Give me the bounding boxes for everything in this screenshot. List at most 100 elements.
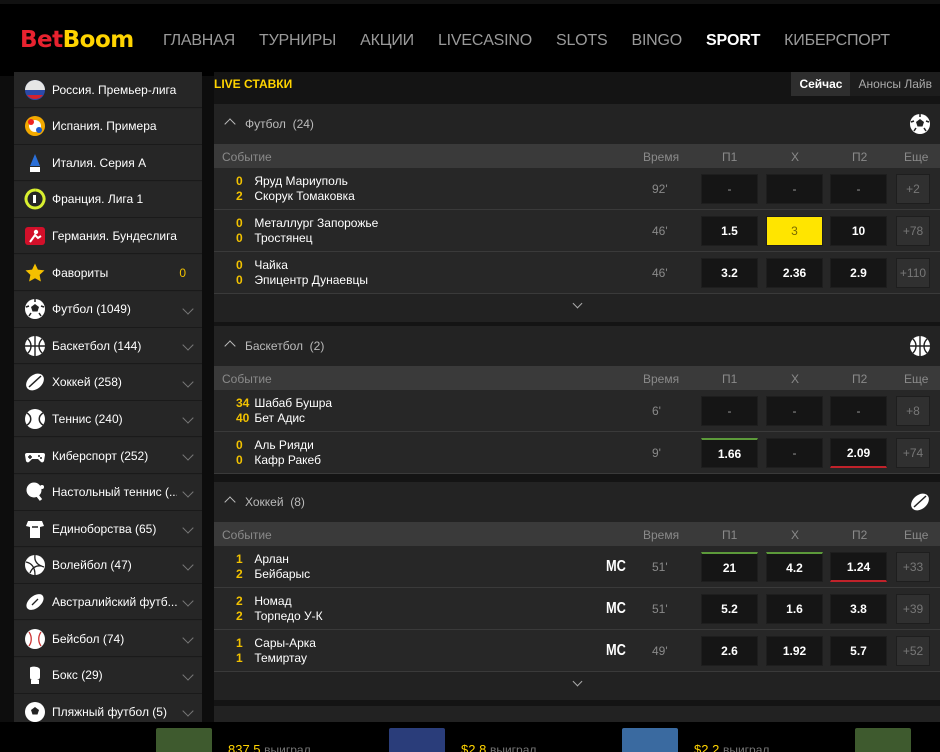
betboom-logo[interactable]: BetBoom — [20, 27, 134, 53]
odd-x[interactable]: 1.92 — [766, 636, 823, 666]
odd-p1[interactable]: 21 — [701, 552, 758, 582]
match-center-icon[interactable]: MC — [606, 558, 626, 576]
nav-promos[interactable]: АКЦИИ — [360, 32, 414, 50]
event-row[interactable]: 1 Сары-Арка 1 Темиртау MC 49' 2.6 1.92 5.7 +52 — [214, 630, 940, 672]
sidebar-item-3[interactable]: Франция. Лига 1 — [14, 181, 202, 218]
expand-section-button[interactable] — [214, 294, 940, 322]
sidebar-item-5[interactable]: Фавориты 0 — [14, 255, 202, 291]
odd-p1[interactable]: 2.6 — [701, 636, 758, 666]
event-row[interactable]: 0 Металлург Запорожье 0 Тростянец 46' 1.5 3 1… — [214, 210, 940, 252]
section-header[interactable]: Хоккей (8) — [214, 482, 940, 522]
sidebar-item-12[interactable]: Единоборства (65) — [14, 511, 202, 548]
sidebar-item-14[interactable]: Австралийский футб... — [14, 584, 202, 621]
event-row[interactable]: 34 Шабаб Бушра 40 Бет Адис 6' - - - +8 — [214, 390, 940, 432]
event-row[interactable]: 2 Номад 2 Торпедо У-К MC 51' 5.2 1.6 3.8 +39 — [214, 588, 940, 630]
more-markets-button[interactable]: +78 — [896, 216, 930, 246]
sidebar-item-1[interactable]: Испания. Примера — [14, 108, 202, 145]
odd-p2[interactable]: - — [830, 396, 887, 426]
nav-livecasino[interactable]: LIVECASINO — [438, 32, 532, 50]
chevron-up-icon[interactable] — [224, 496, 236, 508]
odd-p2[interactable]: 1.24 — [830, 552, 887, 582]
nav-main[interactable]: ГЛАВНАЯ — [163, 32, 235, 50]
chevron-down-icon[interactable] — [182, 705, 194, 717]
odd-p1[interactable]: - — [701, 174, 758, 204]
chevron-down-icon[interactable] — [182, 632, 194, 644]
sidebar-item-11[interactable]: Настольный теннис (... — [14, 474, 202, 511]
expand-section-button[interactable] — [214, 672, 940, 700]
odd-p1[interactable]: - — [701, 396, 758, 426]
sidebar-item-10[interactable]: Киберспорт (252) — [14, 438, 202, 474]
chevron-down-icon[interactable] — [182, 449, 194, 461]
chevron-down-icon[interactable] — [182, 522, 194, 534]
chevron-up-icon[interactable] — [224, 340, 236, 352]
more-markets-button[interactable]: +52 — [896, 636, 930, 666]
sport-section-1: Баскетбол (2) Событие Время П1 X П2 Еще 34 Шаба… — [214, 326, 940, 474]
more-markets-button[interactable]: +8 — [896, 396, 930, 426]
chevron-down-icon[interactable] — [182, 376, 194, 388]
odd-p2[interactable]: - — [830, 174, 887, 204]
event-row[interactable]: 0 Яруд Мариуполь 2 Скорук Томаковка 92' - - -… — [214, 168, 940, 210]
more-markets-button[interactable]: +33 — [896, 552, 930, 582]
odd-p1[interactable]: 1.5 — [701, 216, 758, 246]
sidebar-item-16[interactable]: Бокс (29) — [14, 657, 202, 694]
sidebar-item-7[interactable]: Баскетбол (144) — [14, 328, 202, 365]
sidebar-item-8[interactable]: Хоккей (258) — [14, 364, 202, 401]
sidebar-item-6[interactable]: Футбол (1049) — [14, 291, 202, 328]
sidebar-item-15[interactable]: Бейсбол (74) — [14, 621, 202, 657]
sidebar-item-17[interactable]: Пляжный футбол (5) — [14, 694, 202, 722]
sidebar-item-0[interactable]: Россия. Премьер-лига — [14, 72, 202, 108]
chevron-down-icon[interactable] — [182, 595, 194, 608]
more-markets-button[interactable]: +39 — [896, 594, 930, 624]
odd-x[interactable]: - — [766, 438, 823, 468]
nav-sport[interactable]: SPORT — [706, 32, 760, 50]
odd-x[interactable]: 1.6 — [766, 594, 823, 624]
chevron-down-icon[interactable] — [182, 485, 194, 498]
tab-now[interactable]: Сейчас — [791, 72, 851, 96]
sidebar-item-2[interactable]: Италия. Серия А — [14, 145, 202, 182]
sidebar-item-label: Австралийский футб... — [52, 594, 177, 609]
odd-p1[interactable]: 1.66 — [701, 438, 758, 468]
odd-p1[interactable]: 5.2 — [701, 594, 758, 624]
col-more: Еще — [904, 528, 929, 542]
chevron-down-icon[interactable] — [182, 559, 194, 571]
odd-p2[interactable]: 10 — [830, 216, 887, 246]
chevron-down-icon[interactable] — [182, 412, 194, 425]
odd-p2[interactable]: 2.09 — [830, 438, 887, 468]
bundesliga-icon — [24, 225, 46, 247]
chevron-down-icon[interactable] — [182, 339, 194, 351]
event-row[interactable]: 1 Арлан 2 Бейбарыс MC 51' 21 4.2 1.24 +33 — [214, 546, 940, 588]
odd-x[interactable]: - — [766, 396, 823, 426]
section-header[interactable]: Баскетбол (2) — [214, 326, 940, 366]
col-p1: П1 — [722, 528, 738, 542]
nav-tournaments[interactable]: ТУРНИРЫ — [259, 32, 336, 50]
odd-x[interactable]: 3 — [766, 216, 823, 246]
more-markets-button[interactable]: +74 — [896, 438, 930, 468]
col-p1: П1 — [722, 372, 738, 386]
match-center-icon[interactable]: MC — [606, 600, 626, 618]
chevron-up-icon[interactable] — [224, 118, 236, 130]
tab-upcoming-live[interactable]: Анонсы Лайв — [850, 72, 940, 96]
live-bets-panel: LIVE СТАВКИ Сейчас Анонсы Лайв Футбол (2… — [214, 72, 940, 726]
sidebar-item-4[interactable]: Германия. Бундеслига — [14, 218, 202, 255]
section-header[interactable]: Футбол (24) — [214, 104, 940, 144]
sidebar-item-label: Единоборства (65) — [52, 521, 157, 536]
nav-bingo[interactable]: BINGO — [631, 32, 682, 50]
odd-x[interactable]: 4.2 — [766, 552, 823, 582]
more-markets-button[interactable]: +2 — [896, 174, 930, 204]
sidebar-item-9[interactable]: Теннис (240) — [14, 401, 202, 438]
odd-p1[interactable]: 3.2 — [701, 258, 758, 288]
match-center-icon[interactable]: MC — [606, 642, 626, 660]
odd-p2[interactable]: 3.8 — [830, 594, 887, 624]
event-row[interactable]: 0 Чайка 0 Эпицентр Дунаевцы 46' 3.2 2.36 2.9 +… — [214, 252, 940, 294]
odd-x[interactable]: 2.36 — [766, 258, 823, 288]
sidebar-item-13[interactable]: Волейбол (47) — [14, 547, 202, 584]
chevron-down-icon[interactable] — [182, 302, 194, 315]
chevron-down-icon[interactable] — [182, 668, 194, 681]
event-row[interactable]: 0 Аль Рияди 0 Кафр Ракеб 9' 1.66-2.09 +74 — [214, 432, 940, 474]
odd-p2[interactable]: 5.7 — [830, 636, 887, 666]
nav-esports[interactable]: КИБЕРСПОРТ — [784, 32, 890, 50]
odd-p2[interactable]: 2.9 — [830, 258, 887, 288]
more-markets-button[interactable]: +110 — [896, 258, 930, 288]
nav-slots[interactable]: SLOTS — [556, 32, 608, 50]
odd-x[interactable]: - — [766, 174, 823, 204]
